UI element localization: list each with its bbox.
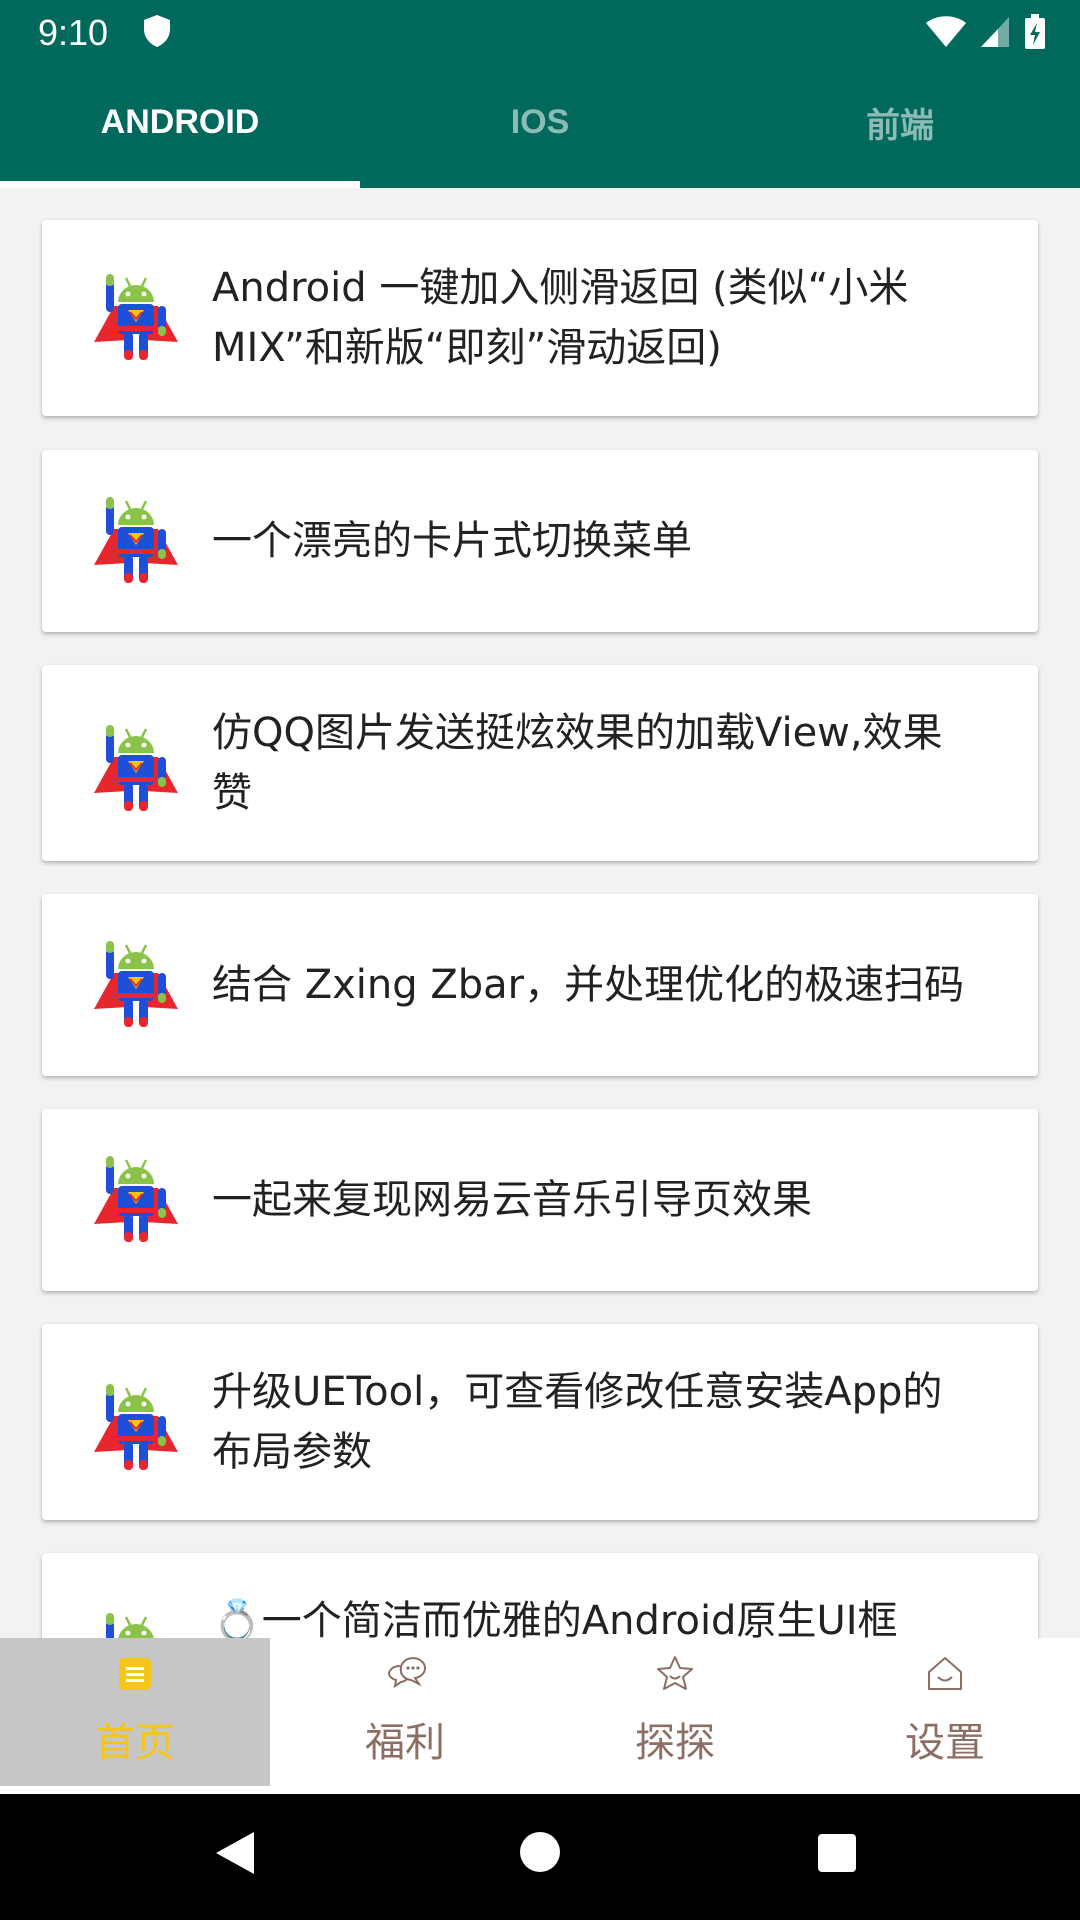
article-card[interactable]: Android 一键加入侧滑返回 (类似“小米MIX”和新版“即刻”滑动返回) [42,220,1038,416]
article-title: 升级UETool，可查看修改任意安装App的布局参数 [212,1369,943,1475]
article-title: 结合 Zxing Zbar，并处理优化的极速扫码 [212,962,965,1008]
tab-frontend[interactable]: 前端 [720,64,1080,188]
status-bar: 9:10 [0,0,1080,64]
status-icons [926,14,1046,50]
superman-android-icon [88,1380,184,1476]
article-card[interactable]: 升级UETool，可查看修改任意安装App的布局参数 [42,1324,1038,1520]
nav-welfare[interactable]: 福利 [270,1638,540,1786]
article-card[interactable]: 一个漂亮的卡片式切换菜单 [42,450,1038,632]
star-icon [657,1656,693,1690]
superman-android-icon [88,493,184,589]
status-time: 9:10 [38,12,109,53]
signal-icon [981,17,1009,47]
article-title: 一起来复现网易云音乐引导页效果 [212,1177,812,1223]
superman-android-icon [88,1152,184,1248]
article-card[interactable]: 💍一个简洁而优雅的Android原生UI框 [42,1553,1038,1638]
superman-android-icon [88,721,184,817]
recent-apps-icon[interactable] [818,1834,856,1872]
article-card[interactable]: 一起来复现网易云音乐引导页效果 [42,1109,1038,1291]
article-title: Android 一键加入侧滑返回 (类似“小米MIX”和新版“即刻”滑动返回) [212,265,909,371]
chat-bubbles-icon [387,1657,426,1689]
tab-indicator [0,181,360,188]
shield-icon [144,15,170,47]
nav-label: 探探 [635,1720,715,1766]
tab-bar: ANDROID IOS 前端 [0,64,1080,188]
nav-explore[interactable]: 探探 [540,1638,810,1786]
article-title: 💍一个简洁而优雅的Android原生UI框 [212,1598,898,1638]
superman-android-icon [88,937,184,1033]
article-title: 仿QQ图片发送挺炫效果的加载View,效果赞 [212,710,943,816]
nav-home[interactable]: 首页 [0,1638,270,1786]
back-icon[interactable] [214,1830,256,1876]
nav-label: 福利 [365,1720,445,1766]
home-icon[interactable] [520,1832,560,1872]
superman-android-icon [88,270,184,366]
nav-label: 设置 [905,1720,985,1766]
superman-android-icon [88,1609,184,1638]
article-list[interactable]: Android 一键加入侧滑返回 (类似“小米MIX”和新版“即刻”滑动返回) … [0,188,1080,1638]
article-card[interactable]: 结合 Zxing Zbar，并处理优化的极速扫码 [42,894,1038,1076]
article-card[interactable]: 仿QQ图片发送挺炫效果的加载View,效果赞 [42,665,1038,861]
wifi-icon [926,16,966,47]
nav-settings[interactable]: 设置 [810,1638,1080,1786]
tab-ios[interactable]: IOS [360,64,720,188]
tab-android[interactable]: ANDROID [0,64,360,188]
house-smile-icon [928,1657,962,1690]
home-list-icon [119,1658,151,1690]
bottom-navigation: 首页 福利 探探 设置 [0,1638,1080,1794]
nav-label: 首页 [95,1720,175,1766]
article-title: 一个漂亮的卡片式切换菜单 [212,518,692,564]
battery-icon [1025,14,1045,49]
system-navigation-bar [0,1794,1080,1920]
